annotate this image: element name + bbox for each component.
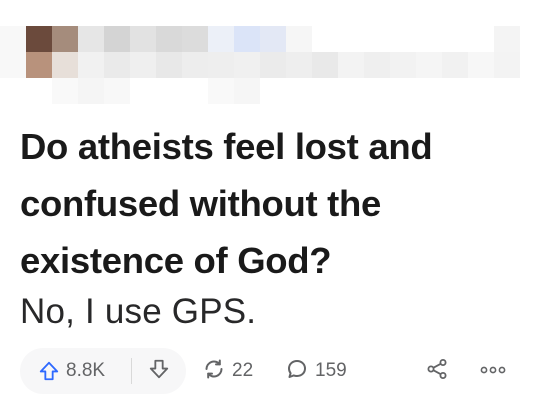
credential-pixel: [416, 52, 442, 78]
name-pixel: [286, 26, 312, 52]
credential-pixel: [208, 78, 234, 104]
credential-pixel: [78, 78, 104, 104]
credential-pixel: [156, 52, 182, 78]
credential-pixel: [338, 52, 364, 78]
avatar-pixel: [26, 52, 52, 78]
redacted-author-header: [0, 0, 534, 110]
upvote-arrow-icon: [38, 360, 60, 382]
credential-pixel: [182, 52, 208, 78]
credential-pixel: [286, 52, 312, 78]
name-pixel: [208, 26, 234, 52]
name-pixel: [260, 26, 286, 52]
downvote-arrow-icon: [148, 358, 170, 385]
name-pixel: [130, 26, 156, 52]
name-pixel: [156, 26, 182, 52]
credential-pixel: [208, 52, 234, 78]
credential-pixel: [234, 52, 260, 78]
credential-pixel: [52, 78, 78, 104]
upvote-count: 8.8K: [66, 360, 106, 381]
credential-pixel: [312, 52, 338, 78]
comment-bubble-icon: [285, 357, 309, 386]
credential-pixel: [78, 52, 104, 78]
credential-pixel: [260, 52, 286, 78]
credential-pixel: [390, 52, 416, 78]
credential-pixel: [442, 52, 468, 78]
action-bar: 8.8K 22 159: [20, 348, 520, 394]
reshare-count: 22: [232, 360, 254, 381]
reshare-button[interactable]: 22: [202, 348, 253, 394]
name-pixel: [234, 26, 260, 52]
comment-button[interactable]: 159: [285, 348, 347, 394]
upvote-button[interactable]: 8.8K: [20, 348, 123, 394]
credential-pixel: [494, 52, 520, 78]
answer-text: No, I use GPS.: [20, 292, 257, 331]
credential-pixel: [104, 78, 130, 104]
comment-count: 159: [315, 360, 347, 381]
question-title[interactable]: Do atheists feel lost and confused witho…: [20, 118, 520, 289]
avatar-pixel: [26, 26, 52, 52]
name-pixel: [104, 26, 130, 52]
name-pixel: [0, 26, 26, 78]
credential-pixel: [364, 52, 390, 78]
avatar-pixel: [52, 52, 78, 78]
avatar-pixel: [52, 26, 78, 52]
share-button[interactable]: [422, 348, 452, 394]
credential-pixel: [468, 52, 494, 78]
vote-pill: 8.8K: [20, 348, 186, 394]
credential-pixel: [234, 78, 260, 104]
more-dots-icon: [480, 362, 506, 380]
reshare-icon: [202, 357, 226, 386]
downvote-button[interactable]: [132, 348, 187, 394]
name-pixel: [78, 26, 104, 52]
credential-pixel: [130, 52, 156, 78]
name-pixel: [182, 26, 208, 52]
share-icon: [425, 357, 449, 386]
name-pixel: [494, 26, 520, 52]
more-button[interactable]: [478, 348, 508, 394]
credential-pixel: [104, 52, 130, 78]
